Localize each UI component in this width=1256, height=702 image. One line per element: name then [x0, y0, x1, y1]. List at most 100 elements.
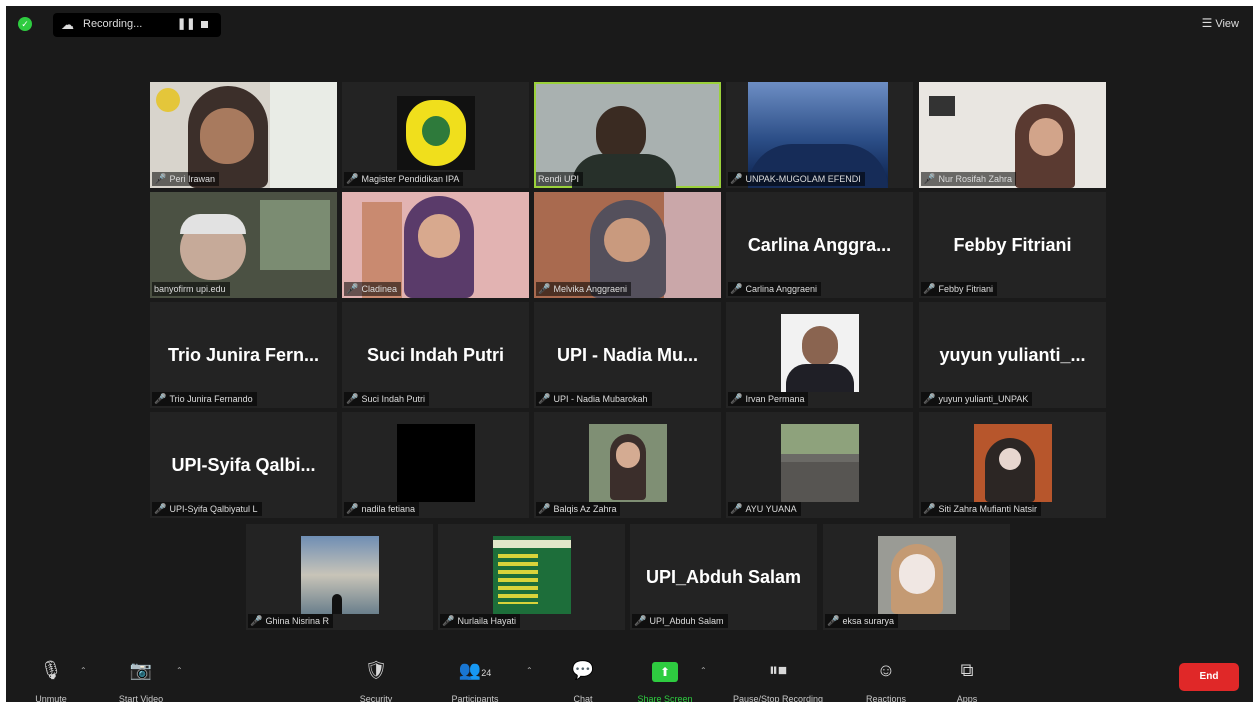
reactions-smiley-icon: ☺: [876, 660, 896, 680]
participant-tile[interactable]: 🎤 Peri Irawan: [150, 82, 337, 188]
stop-recording-icon[interactable]: [201, 21, 208, 28]
participant-name-label: 🎤 Irvan Permana: [728, 392, 809, 406]
muted-mic-icon: 🎤: [346, 394, 359, 405]
muted-mic-icon: 🎤: [538, 504, 551, 515]
participant-tile[interactable]: 🎤 Nurlaila Hayati: [438, 524, 625, 630]
muted-mic-icon: 🎤: [923, 284, 936, 295]
participant-name-label: 🎤 AYU YUANA: [728, 502, 801, 516]
pause-recording-icon[interactable]: ❚❚: [177, 17, 195, 30]
participants-button[interactable]: 👥24 Participants: [440, 658, 510, 702]
share-screen-button[interactable]: ⬆ Share Screen: [630, 658, 700, 702]
participant-tile[interactable]: 🎤 Ghina Nisrina R: [246, 524, 433, 630]
audio-options-chevron-icon[interactable]: ⌃: [80, 666, 87, 675]
muted-mic-icon: 🎤: [538, 394, 551, 405]
muted-mic-icon: 🎤: [250, 616, 263, 627]
participants-options-chevron-icon[interactable]: ⌃: [526, 666, 533, 675]
muted-mic-icon: 🎤: [730, 504, 743, 515]
video-options-chevron-icon[interactable]: ⌃: [176, 666, 183, 675]
participant-name-label: 🎤 UPI-Syifa Qalbiyatul L: [152, 502, 262, 516]
apps-icon: ⧉: [960, 660, 974, 680]
participant-count: 24: [481, 668, 492, 678]
participant-tile[interactable]: 🎤 Nur Rosifah Zahra: [919, 82, 1106, 188]
participant-tile[interactable]: 🎤 Siti Zahra Mufianti Natsir: [919, 412, 1106, 518]
participant-name-label: 🎤 Ghina Nisrina R: [248, 614, 333, 628]
pause-stop-recording-button[interactable]: ⏸⏹ Pause/Stop Recording: [716, 658, 840, 702]
participant-name-label: 🎤 UNPAK-MUGOLAM EFENDI: [728, 172, 865, 186]
participant-tile[interactable]: Febby Fitriani 🎤 Febby Fitriani: [919, 192, 1106, 298]
participant-tile[interactable]: 🎤 nadila fetiana: [342, 412, 529, 518]
security-shield-icon[interactable]: ✓: [18, 17, 32, 31]
muted-mic-icon: 🎤: [730, 394, 743, 405]
participant-name-label: 🎤 Carlina Anggraeni: [728, 282, 822, 296]
profile-picture: [397, 424, 475, 502]
participant-name-label: 🎤 UPI - Nadia Mubarokah: [536, 392, 652, 406]
muted-mic-icon: 🎤: [154, 174, 167, 185]
end-meeting-button[interactable]: End: [1179, 663, 1239, 691]
muted-microphone-icon: 🎙: [39, 660, 63, 680]
participant-name-label: 🎤 Nur Rosifah Zahra: [921, 172, 1016, 186]
chat-icon: 💬: [571, 660, 595, 680]
participant-tile[interactable]: 🎤 Balqis Az Zahra: [534, 412, 721, 518]
participant-name-label: 🎤 Magister Pendidikan IPA: [344, 172, 464, 186]
participant-tile[interactable]: 🎤 Irvan Permana: [726, 302, 913, 408]
shield-icon: 🛡: [364, 660, 388, 680]
participant-tile[interactable]: yuyun yulianti_... 🎤 yuyun yulianti_UNPAK: [919, 302, 1106, 408]
muted-mic-icon: 🎤: [154, 394, 167, 405]
participant-name-label: 🎤 Peri Irawan: [152, 172, 219, 186]
top-bar: ✓ ☁ Recording... ❚❚ ☰ View: [6, 6, 1253, 46]
security-button[interactable]: 🛡 Security: [351, 658, 401, 702]
muted-mic-icon: 🎤: [923, 394, 936, 405]
muted-mic-icon: 🎤: [442, 616, 455, 627]
participant-tile[interactable]: UPI_Abduh Salam 🎤 UPI_Abduh Salam: [630, 524, 817, 630]
participant-name-label: 🎤 Cladinea: [344, 282, 401, 296]
participant-name-label: 🎤 Trio Junira Fernando: [152, 392, 257, 406]
participant-tile[interactable]: 🎤 eksa surarya: [823, 524, 1010, 630]
muted-mic-icon: 🎤: [923, 174, 936, 185]
participant-tile[interactable]: 🎤 Cladinea: [342, 192, 529, 298]
participant-tile[interactable]: 🎤 AYU YUANA: [726, 412, 913, 518]
meeting-toolbar: 🎙 Unmute ⌃ 📷 Start Video ⌃ 🛡 Security 👥2…: [6, 654, 1253, 702]
participant-tile[interactable]: 🎤 UNPAK-MUGOLAM EFENDI: [726, 82, 913, 188]
participant-name-label: 🎤 UPI_Abduh Salam: [632, 614, 728, 628]
share-options-chevron-icon[interactable]: ⌃: [700, 666, 707, 675]
muted-mic-icon: 🎤: [730, 174, 743, 185]
apps-button[interactable]: ⧉ Apps: [942, 658, 992, 702]
participant-name-label: 🎤 yuyun yulianti_UNPAK: [921, 392, 1033, 406]
chat-button[interactable]: 💬 Chat: [558, 658, 608, 702]
participant-name-label: banyofirm upi.edu: [152, 282, 230, 296]
muted-mic-icon: 🎤: [154, 504, 167, 515]
muted-mic-icon: 🎤: [538, 284, 551, 295]
reactions-button[interactable]: ☺ Reactions: [858, 658, 914, 702]
participant-name-label: Rendi UPI: [536, 172, 584, 186]
muted-mic-icon: 🎤: [346, 504, 359, 515]
share-screen-arrow-icon: ⬆: [652, 662, 678, 682]
participant-name-label: 🎤 nadila fetiana: [344, 502, 419, 516]
video-off-icon: 📷: [129, 660, 153, 680]
participant-name-label: 🎤 Nurlaila Hayati: [440, 614, 520, 628]
unmute-button[interactable]: 🎙 Unmute: [26, 658, 76, 702]
participant-tile-active-speaker[interactable]: Rendi UPI: [534, 82, 721, 188]
cloud-recording-icon: ☁: [61, 17, 74, 32]
muted-mic-icon: 🎤: [923, 504, 936, 515]
participant-tile[interactable]: UPI-Syifa Qalbi... 🎤 UPI-Syifa Qalbiyatul…: [150, 412, 337, 518]
muted-mic-icon: 🎤: [346, 174, 359, 185]
participant-tile[interactable]: 🎤 Magister Pendidikan IPA: [342, 82, 529, 188]
participant-tile[interactable]: 🎤 Melvika Anggraeni: [534, 192, 721, 298]
participant-name-label: 🎤 Siti Zahra Mufianti Natsir: [921, 502, 1041, 516]
participant-tile[interactable]: Carlina Anggra... 🎤 Carlina Anggraeni: [726, 192, 913, 298]
recording-label: Recording...: [83, 18, 143, 30]
participant-name-label: 🎤 Melvika Anggraeni: [536, 282, 631, 296]
participant-tile[interactable]: Suci Indah Putri 🎤 Suci Indah Putri: [342, 302, 529, 408]
muted-mic-icon: 🎤: [730, 284, 743, 295]
recording-indicator: ☁ Recording... ❚❚: [53, 13, 221, 37]
participant-name-label: 🎤 Febby Fitriani: [921, 282, 997, 296]
view-button[interactable]: ☰ View: [1202, 16, 1239, 30]
participant-tile[interactable]: UPI - Nadia Mu... 🎤 UPI - Nadia Mubarokah: [534, 302, 721, 408]
participant-tile[interactable]: banyofirm upi.edu: [150, 192, 337, 298]
participant-name-label: 🎤 Balqis Az Zahra: [536, 502, 621, 516]
start-video-button[interactable]: 📷 Start Video: [106, 658, 176, 702]
participant-tile[interactable]: Trio Junira Fern... 🎤 Trio Junira Fernand…: [150, 302, 337, 408]
view-grid-icon: ☰: [1201, 16, 1213, 30]
muted-mic-icon: 🎤: [827, 616, 840, 627]
pause-stop-icon: ⏸⏹: [769, 660, 787, 680]
